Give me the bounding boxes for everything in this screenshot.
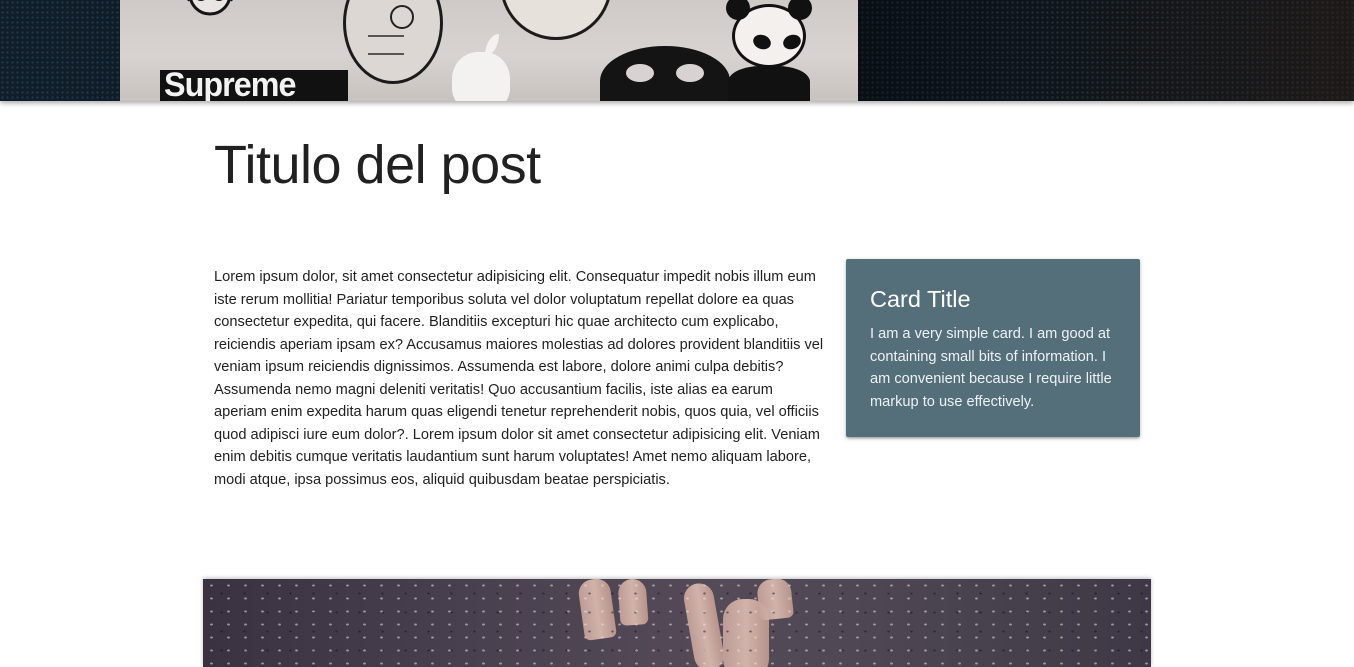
doodle-scribble [368, 35, 404, 55]
supreme-sticker-label: Supreme [164, 66, 297, 101]
angry-panda-sticker-icon [722, 0, 814, 101]
post-title: Titulo del post [214, 135, 541, 195]
raindrops-texture [203, 579, 1151, 667]
panda-body [728, 66, 810, 101]
card-text: I am a very simple card. I am good at co… [870, 326, 1112, 410]
panda-eye [781, 32, 803, 52]
hero-shadow-overlay [858, 0, 1354, 101]
panda-eye [626, 64, 654, 82]
panda-eye [751, 32, 773, 52]
post-body-text: Lorem ipsum dolor, sit amet consectetur … [214, 269, 824, 488]
skull-sticker-icon [186, 0, 234, 16]
card-title: Card Title [870, 286, 971, 312]
apple-logo-icon [452, 52, 510, 101]
panda-ear [788, 0, 812, 20]
panda-eye [676, 64, 704, 82]
info-card: Card Title I am a very simple card. I am… [846, 259, 1140, 437]
rainy-window-image [203, 579, 1151, 667]
doodle-face [390, 5, 414, 29]
hero-banner-image: Supreme [0, 0, 1354, 101]
